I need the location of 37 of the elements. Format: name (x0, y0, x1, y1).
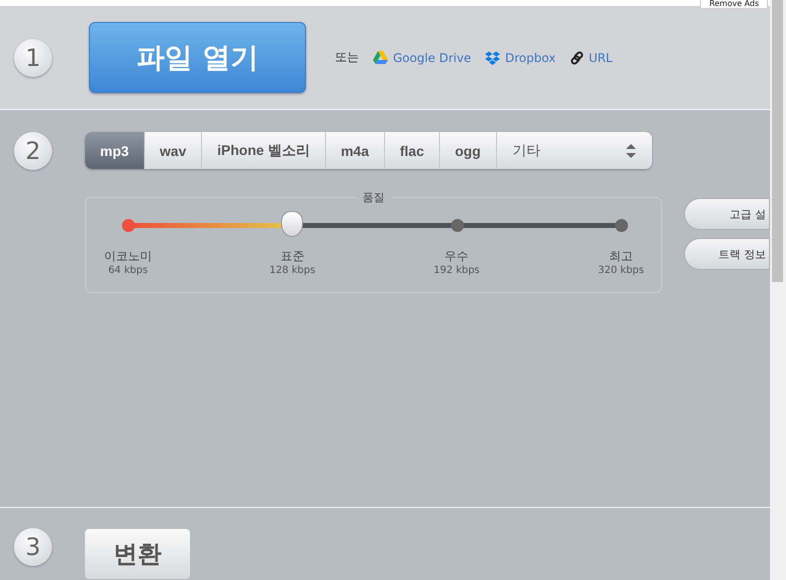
format-tab[interactable]: wav (144, 132, 202, 169)
bitrate-label: 320 kbps (598, 265, 644, 276)
convert-button[interactable]: 변환 (84, 528, 191, 580)
slider-stop (615, 219, 628, 232)
source-link[interactable]: Google Drive (373, 50, 472, 64)
format-tab[interactable]: iPhone 벨소리 (202, 132, 326, 169)
source-link[interactable]: Dropbox (485, 50, 556, 64)
dropbox-icon (485, 50, 500, 64)
bitrate-label: 128 kbps (269, 265, 316, 276)
step-number: 1 (14, 38, 52, 76)
sort-arrows-icon (626, 144, 636, 158)
quality-name: 최고 (609, 248, 633, 265)
quality-slider[interactable] (121, 210, 628, 238)
remove-ads-button[interactable]: Remove Ads (700, 0, 768, 9)
triangle-icon (373, 51, 388, 64)
format-tab[interactable]: m4a (326, 132, 385, 169)
format-tab[interactable]: flac (384, 132, 440, 169)
bitrate-label: 64 kbps (108, 265, 148, 276)
step-number: 2 (14, 132, 52, 170)
slider-stop (122, 219, 135, 232)
scrollbar[interactable] (770, 0, 786, 580)
format-tab[interactable]: ogg (440, 132, 497, 169)
or-label: 또는 (335, 49, 359, 66)
link-icon (570, 50, 584, 64)
quality-name: 표준 (280, 248, 304, 265)
slider-stop (450, 219, 464, 232)
quality-title: 품질 (356, 190, 390, 205)
slider-thumb[interactable] (281, 211, 304, 237)
quality-name: 우수 (444, 248, 469, 265)
source-link[interactable]: URL (570, 50, 612, 64)
side-button[interactable]: 트랙 정보 (684, 238, 770, 270)
format-tab[interactable]: mp3 (85, 132, 145, 169)
quality-name: 이코노미 (104, 248, 152, 265)
other-format-dropdown[interactable]: 기타 (496, 132, 652, 169)
side-button[interactable]: 고급 설 (684, 198, 770, 230)
bitrate-label: 192 kbps (434, 265, 480, 276)
step-number: 3 (14, 528, 52, 566)
